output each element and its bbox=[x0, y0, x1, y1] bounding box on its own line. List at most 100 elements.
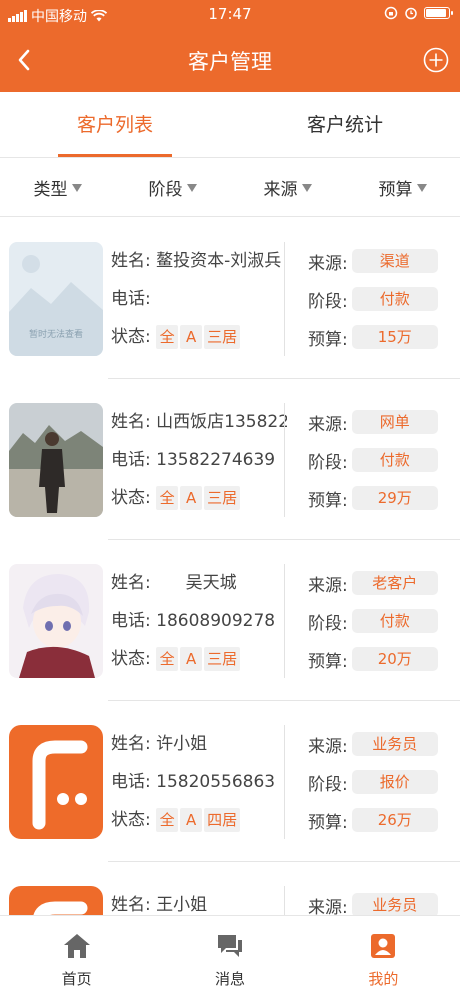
tab-customer-list[interactable]: 客户列表 bbox=[0, 92, 230, 157]
filter-label: 预算 bbox=[378, 180, 413, 200]
phone-row: 电话: 18608909278 bbox=[111, 602, 287, 640]
customer-info: 姓名: 王小姐 bbox=[111, 886, 287, 915]
status-tag: A bbox=[180, 486, 203, 510]
customer-avatar-placeholder: 暂时无法查看 bbox=[9, 242, 103, 356]
status-tag: 全 bbox=[156, 647, 179, 671]
customer-meta: 来源: 业务员 阶段: 报价 预算: 26万 bbox=[308, 725, 448, 839]
tabbar-mine[interactable]: 我的 bbox=[307, 916, 460, 996]
status-tag: A bbox=[180, 647, 203, 671]
customer-name: 鳌投资本-刘淑兵 bbox=[156, 251, 282, 271]
budget-label: 预算: bbox=[308, 329, 348, 350]
status-tag: 三居 bbox=[204, 647, 241, 671]
customer-card[interactable]: 姓名: 吴天城 电话: 18608909278 状态: 全 A 三居 来源: 老客户 … bbox=[0, 540, 460, 701]
filter-source[interactable]: 来源 bbox=[230, 159, 345, 216]
status-row: 状态: 全 A 三居 bbox=[111, 318, 287, 356]
nav-bar: 客户管理 bbox=[0, 30, 460, 92]
filter-stage[interactable]: 阶段 bbox=[115, 159, 230, 216]
vertical-divider bbox=[284, 242, 285, 356]
dropdown-triangle-icon bbox=[71, 183, 82, 192]
source-pill: 业务员 bbox=[351, 732, 438, 756]
customer-meta: 来源: 渠道 阶段: 付款 预算: 15万 bbox=[308, 242, 448, 356]
tabbar-messages[interactable]: 消息 bbox=[153, 916, 306, 996]
budget-label: 预算: bbox=[308, 490, 348, 511]
customer-phone[interactable]: 15820556863 bbox=[156, 772, 275, 792]
vertical-divider bbox=[284, 403, 285, 517]
source-label: 来源: bbox=[308, 575, 348, 596]
customer-avatar-anime bbox=[9, 564, 103, 678]
stage-label: 阶段: bbox=[308, 291, 348, 312]
status-right bbox=[384, 6, 453, 20]
source-pill: 老客户 bbox=[351, 571, 438, 595]
tabbar-label: 消息 bbox=[214, 970, 245, 988]
source-row: 来源: 渠道 bbox=[308, 242, 438, 280]
name-label: 姓名: bbox=[111, 573, 151, 593]
dropdown-triangle-icon bbox=[416, 183, 427, 192]
customer-card[interactable]: 暂时无法查看 姓名: 鳌投资本-刘淑兵 电话: 状态: 全 A 三居 来源: 渠道 阶… bbox=[0, 218, 460, 379]
filter-bar: 类型 阶段 来源 预算 bbox=[0, 159, 460, 217]
stage-label: 阶段: bbox=[308, 774, 348, 795]
avatar-caption: 暂时无法查看 bbox=[29, 328, 83, 340]
segment-tabs: 客户列表 客户统计 bbox=[0, 92, 460, 158]
filter-label: 来源 bbox=[263, 180, 298, 200]
source-row: 来源: 业务员 bbox=[308, 725, 438, 763]
status-bar: 中国移动 17:47 bbox=[0, 0, 460, 30]
stage-pill: 报价 bbox=[351, 770, 438, 794]
status-label: 状态: bbox=[111, 810, 151, 830]
image-placeholder-icon: 暂时无法查看 bbox=[9, 242, 103, 356]
stage-row: 阶段: 报价 bbox=[308, 763, 438, 801]
customer-info: 姓名: 鳌投资本-刘淑兵 电话: 状态: 全 A 三居 bbox=[111, 242, 287, 356]
customer-card[interactable]: 姓名: 许小姐 电话: 15820556863 状态: 全 A 四居 来源: 业务员 … bbox=[0, 701, 460, 862]
dropdown-triangle-icon bbox=[301, 183, 312, 192]
source-pill: 渠道 bbox=[351, 249, 438, 273]
status-label: 状态: bbox=[111, 327, 151, 347]
budget-row: 预算: 15万 bbox=[308, 318, 438, 356]
stage-pill: 付款 bbox=[351, 287, 438, 311]
tabbar-home[interactable]: 首页 bbox=[0, 916, 153, 996]
filter-label: 阶段 bbox=[148, 180, 183, 200]
status-tag: 四居 bbox=[204, 808, 241, 832]
tabbar-label: 首页 bbox=[61, 970, 92, 988]
stage-row: 阶段: 付款 bbox=[308, 441, 438, 479]
app-logo-f-icon bbox=[9, 725, 103, 839]
status-row: 状态: 全 A 三居 bbox=[111, 640, 287, 678]
name-label: 姓名: bbox=[111, 251, 151, 271]
plus-circle-icon bbox=[423, 47, 449, 73]
source-label: 来源: bbox=[308, 897, 348, 916]
source-pill: 业务员 bbox=[351, 893, 438, 915]
stage-pill: 付款 bbox=[351, 448, 438, 472]
filter-budget[interactable]: 预算 bbox=[345, 159, 460, 216]
status-tag: 全 bbox=[156, 325, 179, 349]
customer-phone[interactable]: 18608909278 bbox=[156, 611, 275, 631]
vertical-divider bbox=[284, 725, 285, 839]
customer-phone[interactable]: 13582274639 bbox=[156, 450, 275, 470]
status-label: 状态: bbox=[111, 488, 151, 508]
name-row: 姓名: 吴天城 bbox=[111, 564, 287, 602]
name-row: 姓名: 王小姐 bbox=[111, 886, 287, 915]
phone-row: 电话: bbox=[111, 280, 287, 318]
customer-avatar-logo bbox=[9, 886, 103, 915]
status-tag: 全 bbox=[156, 486, 179, 510]
source-row: 来源: 网单 bbox=[308, 403, 438, 441]
customer-name: 许小姐 bbox=[156, 734, 208, 754]
name-row: 姓名: 山西饭店1358227 bbox=[111, 403, 287, 441]
customer-card[interactable]: 姓名: 山西饭店1358227 电话: 13582274639 状态: 全 A 三居… bbox=[0, 379, 460, 540]
battery-icon bbox=[424, 7, 453, 19]
customer-card[interactable]: 姓名: 王小姐 来源: 业务员 bbox=[0, 862, 460, 915]
anime-character-icon bbox=[9, 564, 103, 678]
page-title: 客户管理 bbox=[188, 50, 272, 74]
name-label: 姓名: bbox=[111, 895, 151, 915]
filter-type[interactable]: 类型 bbox=[0, 159, 115, 216]
add-customer-button[interactable] bbox=[418, 42, 454, 78]
name-row: 姓名: 许小姐 bbox=[111, 725, 287, 763]
status-tag: 三居 bbox=[204, 325, 241, 349]
tab-customer-stats[interactable]: 客户统计 bbox=[230, 92, 460, 157]
phone-label: 电话: bbox=[111, 611, 151, 631]
customer-avatar-photo bbox=[9, 403, 103, 517]
source-row: 来源: 业务员 bbox=[308, 886, 438, 915]
customer-meta: 来源: 业务员 bbox=[308, 886, 448, 915]
status-label: 状态: bbox=[111, 649, 151, 669]
filter-label: 类型 bbox=[33, 180, 68, 200]
dropdown-triangle-icon bbox=[186, 183, 197, 192]
customer-meta: 来源: 老客户 阶段: 付款 预算: 20万 bbox=[308, 564, 448, 678]
rotation-lock-icon bbox=[384, 6, 398, 20]
